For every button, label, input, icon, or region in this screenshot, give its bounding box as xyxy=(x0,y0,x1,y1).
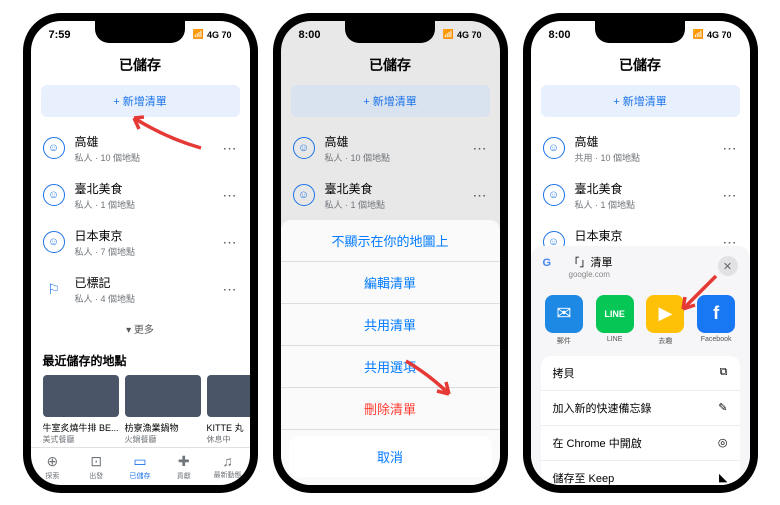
sheet-share-list[interactable]: 共用清單 xyxy=(281,304,500,346)
phone-1: 7:59 📶 4G 70 已儲存 + 新增清單 ☺ 高雄私人 · 10 個地點 … xyxy=(23,13,258,493)
list-item[interactable]: ☺臺北美食私人 · 1 個地點⋯ xyxy=(531,172,750,219)
notch xyxy=(95,21,185,43)
screen: 8:00 📶 4G 70 已儲存 + 新增清單 ☺高雄共用 · 10 個地點⋯ … xyxy=(531,21,750,485)
app-mail[interactable]: ✉郵件 xyxy=(545,295,583,346)
list-item[interactable]: ☺ 高雄私人 · 10 個地點 ⋯ xyxy=(31,125,250,172)
page-title: 已儲存 xyxy=(31,49,250,85)
app-line[interactable]: LINELINE xyxy=(596,295,634,346)
place-card[interactable]: 枋寮漁業鍋物火鍋餐廳▭ 臺北美食 xyxy=(125,375,201,447)
status-right: 📶 4G 70 xyxy=(443,29,482,40)
sheet-hide-map[interactable]: 不顯示在你的地圖上 xyxy=(281,220,500,262)
action-sheet: 不顯示在你的地圖上 編輯清單 共用清單 共用選項 刪除清單 取消 xyxy=(281,220,500,485)
mail-icon: ✉ xyxy=(545,295,583,333)
app-qutrip[interactable]: ▶去趣 xyxy=(646,295,684,346)
list-item[interactable]: ☺ 日本東京私人 · 7 個地點 ⋯ xyxy=(31,219,250,266)
google-icon: G xyxy=(543,257,561,275)
chrome-icon: ◎ xyxy=(718,436,728,449)
smile-icon: ☺ xyxy=(43,184,65,206)
more-icon[interactable]: ⋯ xyxy=(473,140,488,157)
share-sheet: G 「」清單google.com ✕ ✉郵件 LINELINE ▶去趣 fFac… xyxy=(531,246,750,485)
share-apps: ✉郵件 LINELINE ▶去趣 fFacebook xyxy=(531,289,750,356)
smile-icon: ☺ xyxy=(293,184,315,206)
sheet-delete[interactable]: 刪除清單 xyxy=(281,388,500,430)
time: 8:00 xyxy=(549,29,571,41)
smile-icon: ☺ xyxy=(293,137,315,159)
list-item[interactable]: ☺臺北美食私人 · 1 個地點⋯ xyxy=(281,172,500,219)
saved-lists: ☺ 高雄私人 · 10 個地點 ⋯ ☺ 臺北美食私人 · 1 個地點 ⋯ ☺ 日… xyxy=(31,125,250,447)
share-header: G 「」清單google.com ✕ xyxy=(531,254,750,289)
more-icon[interactable]: ⋯ xyxy=(223,281,238,298)
more-icon[interactable]: ⋯ xyxy=(223,234,238,251)
facebook-icon: f xyxy=(697,295,735,333)
notch xyxy=(595,21,685,43)
screen: 8:00 📶 4G 70 已儲存 + 新增清單 ☺高雄私人 · 10 個地點⋯ … xyxy=(281,21,500,485)
sheet-share-options[interactable]: 共用選項 xyxy=(281,346,500,388)
list-item[interactable]: ☺高雄私人 · 10 個地點⋯ xyxy=(281,125,500,172)
action-quicknote[interactable]: 加入新的快速備忘錄✎ xyxy=(541,391,740,426)
contribute-icon: ✚ xyxy=(162,453,206,470)
action-keep[interactable]: 儲存至 Keep◣ xyxy=(541,461,740,485)
sheet-cancel[interactable]: 取消 xyxy=(289,436,492,477)
go-icon: ⊡ xyxy=(74,453,118,470)
more-icon[interactable]: ⋯ xyxy=(723,187,738,204)
page-title: 已儲存 xyxy=(531,49,750,85)
expand-more[interactable]: ▾ 更多 xyxy=(31,313,250,344)
add-list-button[interactable]: + 新增清單 xyxy=(541,85,740,117)
app-facebook[interactable]: fFacebook xyxy=(697,295,735,346)
action-copy[interactable]: 拷貝⧉ xyxy=(541,356,740,391)
smile-icon: ☺ xyxy=(43,231,65,253)
add-list-button[interactable]: + 新增清單 xyxy=(41,85,240,117)
place-card[interactable]: 牛室炙燒牛排 BE...美式餐廳▭ 高雄 xyxy=(43,375,119,447)
flag-icon: ⚐ xyxy=(43,278,65,300)
smile-icon: ☺ xyxy=(543,137,565,159)
copy-icon: ⧉ xyxy=(720,366,728,379)
keep-icon: ◣ xyxy=(719,471,727,484)
tab-saved[interactable]: ▭已儲存 xyxy=(118,448,162,485)
updates-icon: ♫ xyxy=(206,453,250,469)
tab-bar: ⊕探索 ⊡出發 ▭已儲存 ✚貢獻 ♫最新動態 xyxy=(31,447,250,485)
sheet-edit[interactable]: 編輯清單 xyxy=(281,262,500,304)
note-icon: ✎ xyxy=(718,401,727,414)
phone-3: 8:00 📶 4G 70 已儲存 + 新增清單 ☺高雄共用 · 10 個地點⋯ … xyxy=(523,13,758,493)
tab-updates[interactable]: ♫最新動態 xyxy=(206,448,250,485)
action-chrome[interactable]: 在 Chrome 中開啟◎ xyxy=(541,426,740,461)
saved-icon: ▭ xyxy=(118,453,162,470)
section-header: 最近儲存的地點 xyxy=(31,344,250,375)
explore-icon: ⊕ xyxy=(31,453,75,470)
add-list-button[interactable]: + 新增清單 xyxy=(291,85,490,117)
tab-explore[interactable]: ⊕探索 xyxy=(31,448,75,485)
status-right: 📶 4G 70 xyxy=(693,29,732,40)
list-item[interactable]: ⚐ 已標記私人 · 4 個地點 ⋯ xyxy=(31,266,250,313)
tab-go[interactable]: ⊡出發 xyxy=(74,448,118,485)
status-right: 📶 4G 70 xyxy=(193,29,232,40)
place-card[interactable]: KITTE 丸休息中▭ 日本 xyxy=(207,375,250,447)
page-title: 已儲存 xyxy=(281,49,500,85)
list-item[interactable]: ☺ 臺北美食私人 · 1 個地點 ⋯ xyxy=(31,172,250,219)
list-item[interactable]: ☺高雄共用 · 10 個地點⋯ xyxy=(531,125,750,172)
qutrip-icon: ▶ xyxy=(646,295,684,333)
smile-icon: ☺ xyxy=(543,184,565,206)
recent-cards: 牛室炙燒牛排 BE...美式餐廳▭ 高雄 枋寮漁業鍋物火鍋餐廳▭ 臺北美食 KI… xyxy=(31,375,250,447)
screen: 7:59 📶 4G 70 已儲存 + 新增清單 ☺ 高雄私人 · 10 個地點 … xyxy=(31,21,250,485)
smile-icon: ☺ xyxy=(43,137,65,159)
more-icon[interactable]: ⋯ xyxy=(723,140,738,157)
close-icon[interactable]: ✕ xyxy=(718,256,738,276)
time: 7:59 xyxy=(49,29,71,41)
notch xyxy=(345,21,435,43)
share-actions: 拷貝⧉ 加入新的快速備忘錄✎ 在 Chrome 中開啟◎ 儲存至 Keep◣ 儲… xyxy=(541,356,740,485)
line-icon: LINE xyxy=(596,295,634,333)
phone-2: 8:00 📶 4G 70 已儲存 + 新增清單 ☺高雄私人 · 10 個地點⋯ … xyxy=(273,13,508,493)
time: 8:00 xyxy=(299,29,321,41)
more-icon[interactable]: ⋯ xyxy=(473,187,488,204)
more-icon[interactable]: ⋯ xyxy=(223,140,238,157)
more-icon[interactable]: ⋯ xyxy=(223,187,238,204)
tab-contribute[interactable]: ✚貢獻 xyxy=(162,448,206,485)
